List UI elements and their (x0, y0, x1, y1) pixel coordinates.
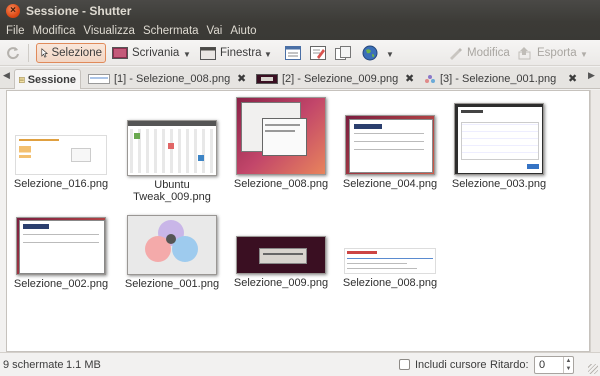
cursor-icon (41, 48, 49, 58)
tab-session-label: Sessione (27, 73, 76, 86)
thumbnail-item[interactable]: Selezione_004.png (335, 115, 445, 190)
tab-close-1-icon[interactable]: ✖ (237, 72, 246, 85)
spinner-arrows-icon[interactable]: ▲ ▼ (563, 357, 573, 373)
tab-image-2-label: [2] - Selezione_009.png (282, 73, 399, 85)
screenshot-thumbnail (127, 215, 217, 275)
thumbnail-caption: Selezione_008.png (233, 178, 329, 190)
thumbnail-caption: Selezione_009.png (233, 277, 329, 289)
thumbnail-item[interactable]: Selezione_001.png (117, 215, 227, 290)
thumbnail-caption: Selezione_008.png (342, 277, 438, 289)
tab-session[interactable]: Sessione (14, 69, 81, 89)
edit-button[interactable]: Modifica (448, 43, 510, 63)
menu-vai[interactable]: Vai (205, 25, 229, 37)
close-window-button[interactable]: × (6, 4, 20, 18)
thumbnail-caption: Selezione_004.png (342, 178, 438, 190)
title-bar: × Sessione - Shutter (0, 0, 600, 22)
window-title: Sessione - Shutter (26, 4, 132, 18)
web-capture-icon (335, 46, 351, 60)
toolbar-separator (28, 44, 29, 62)
edit-label: Modifica (467, 47, 510, 59)
delay-label: Ritardo: (490, 359, 529, 371)
app-window: × Sessione - Shutter File Modifica Visua… (0, 0, 600, 376)
tab-bar: ◀ Sessione [1] - Selezione_008.png ✖ [2]… (0, 67, 600, 89)
screenshot-thumbnail (15, 135, 107, 175)
thumbnail-icon (256, 74, 278, 84)
refresh-icon (7, 47, 19, 60)
tab-image-2[interactable]: [2] - Selezione_009.png (256, 69, 398, 89)
export-label: Esporta (537, 47, 577, 59)
selection-label: Selezione (51, 47, 102, 59)
tab-image-1-label: [1] - Selezione_008.png (114, 73, 231, 85)
screenshot-thumbnail (236, 97, 326, 175)
desktop-button[interactable]: Scrivania (112, 43, 179, 63)
export-dropdown-arrow[interactable]: ▼ (580, 50, 588, 59)
tab-close-3-icon[interactable]: ✖ (568, 72, 577, 85)
web-dropdown-arrow[interactable]: ▼ (386, 50, 394, 59)
thumbnail-item[interactable]: Selezione_009.png (226, 236, 336, 289)
thumbnail-item[interactable]: Selezione_008.png (226, 97, 336, 190)
tab-image-3[interactable]: [3] - Selezione_001.png (424, 69, 556, 89)
menu-aiuto[interactable]: Aiuto (228, 25, 262, 37)
window-icon (200, 46, 216, 60)
export-button[interactable]: Esporta (518, 43, 577, 63)
desktop-icon (112, 47, 128, 59)
thumbnail-item[interactable]: Ubuntu Tweak_009.png (117, 120, 227, 203)
session-size: 1.1 MB (66, 359, 101, 371)
screenshot-thumbnail (16, 217, 106, 275)
thumbnail-item[interactable]: Selezione_003.png (444, 103, 554, 190)
status-bar: 9 schermate 1.1 MB Includi cursore Ritar… (0, 352, 600, 376)
menu-schermata[interactable]: Schermata (141, 25, 205, 37)
desktop-dropdown-arrow[interactable]: ▼ (183, 50, 191, 59)
thumbnail-item[interactable]: Selezione_008.png (335, 248, 445, 289)
thumbnail-caption: Selezione_001.png (124, 278, 220, 290)
edit-icon (450, 48, 462, 60)
tab-image-3-label: [3] - Selezione_001.png (440, 73, 557, 85)
tab-scroll-right-icon[interactable]: ▶ (588, 70, 595, 81)
thumbnail-caption: Selezione_002.png (13, 278, 109, 290)
tooltip-capture-button[interactable] (310, 43, 326, 63)
include-cursor-label: Includi cursore (415, 359, 487, 371)
selection-button[interactable]: Selezione (36, 43, 106, 63)
desktop-label: Scrivania (132, 47, 180, 59)
thumbnail-item[interactable]: Selezione_016.png (6, 135, 116, 190)
screenshot-thumbnail (345, 115, 435, 175)
thumbnail-icon (88, 74, 110, 84)
screenshot-thumbnail (344, 248, 436, 274)
window-dropdown-arrow[interactable]: ▼ (264, 50, 272, 59)
vertical-scrollbar[interactable] (590, 90, 600, 352)
thumbnail-caption: Selezione_016.png (13, 178, 109, 190)
menu-file[interactable]: File (4, 25, 31, 37)
tab-scroll-left-icon[interactable]: ◀ (3, 70, 10, 81)
thumbnail-caption: Ubuntu Tweak_009.png (133, 179, 211, 203)
resize-grip-icon[interactable] (588, 364, 598, 374)
screenshot-thumbnail (454, 103, 544, 175)
refresh-button[interactable] (6, 43, 20, 63)
thumbnail-caption: Selezione_003.png (451, 178, 547, 190)
screenshot-count: 9 schermate (3, 359, 64, 371)
tab-close-2-icon[interactable]: ✖ (405, 72, 414, 85)
tooltip-capture-icon (310, 46, 326, 60)
window-label: Finestra (220, 47, 262, 59)
session-icon (19, 76, 25, 83)
thumbnail-item[interactable]: Selezione_002.png (6, 217, 116, 290)
screenshot-thumbnail (236, 236, 326, 274)
window-button[interactable]: Finestra (200, 43, 262, 63)
delay-spinner[interactable]: 0 ▲ ▼ (534, 356, 574, 374)
toolbar: Selezione Scrivania ▼ Finestra ▼ ▼ Modif… (0, 40, 600, 66)
globe-icon (362, 45, 378, 61)
menu-modifica[interactable]: Modifica (31, 25, 82, 37)
web-capture-button[interactable] (335, 43, 351, 63)
include-cursor-checkbox[interactable] (399, 359, 410, 370)
web-button[interactable] (362, 43, 378, 63)
delay-value: 0 (539, 359, 546, 371)
tab-image-1[interactable]: [1] - Selezione_008.png (88, 69, 230, 89)
thumbnail-icon (425, 75, 435, 83)
screenshot-thumbnail (127, 120, 217, 176)
menu-capture-icon (285, 46, 301, 60)
session-view: Selezione_016.png Ubuntu Tweak_009.png S… (6, 90, 590, 352)
menu-bar: File Modifica Visualizza Schermata Vai A… (0, 22, 600, 40)
export-icon (518, 47, 531, 60)
menu-capture-button[interactable] (285, 43, 301, 63)
menu-visualizza[interactable]: Visualizza (81, 25, 141, 37)
